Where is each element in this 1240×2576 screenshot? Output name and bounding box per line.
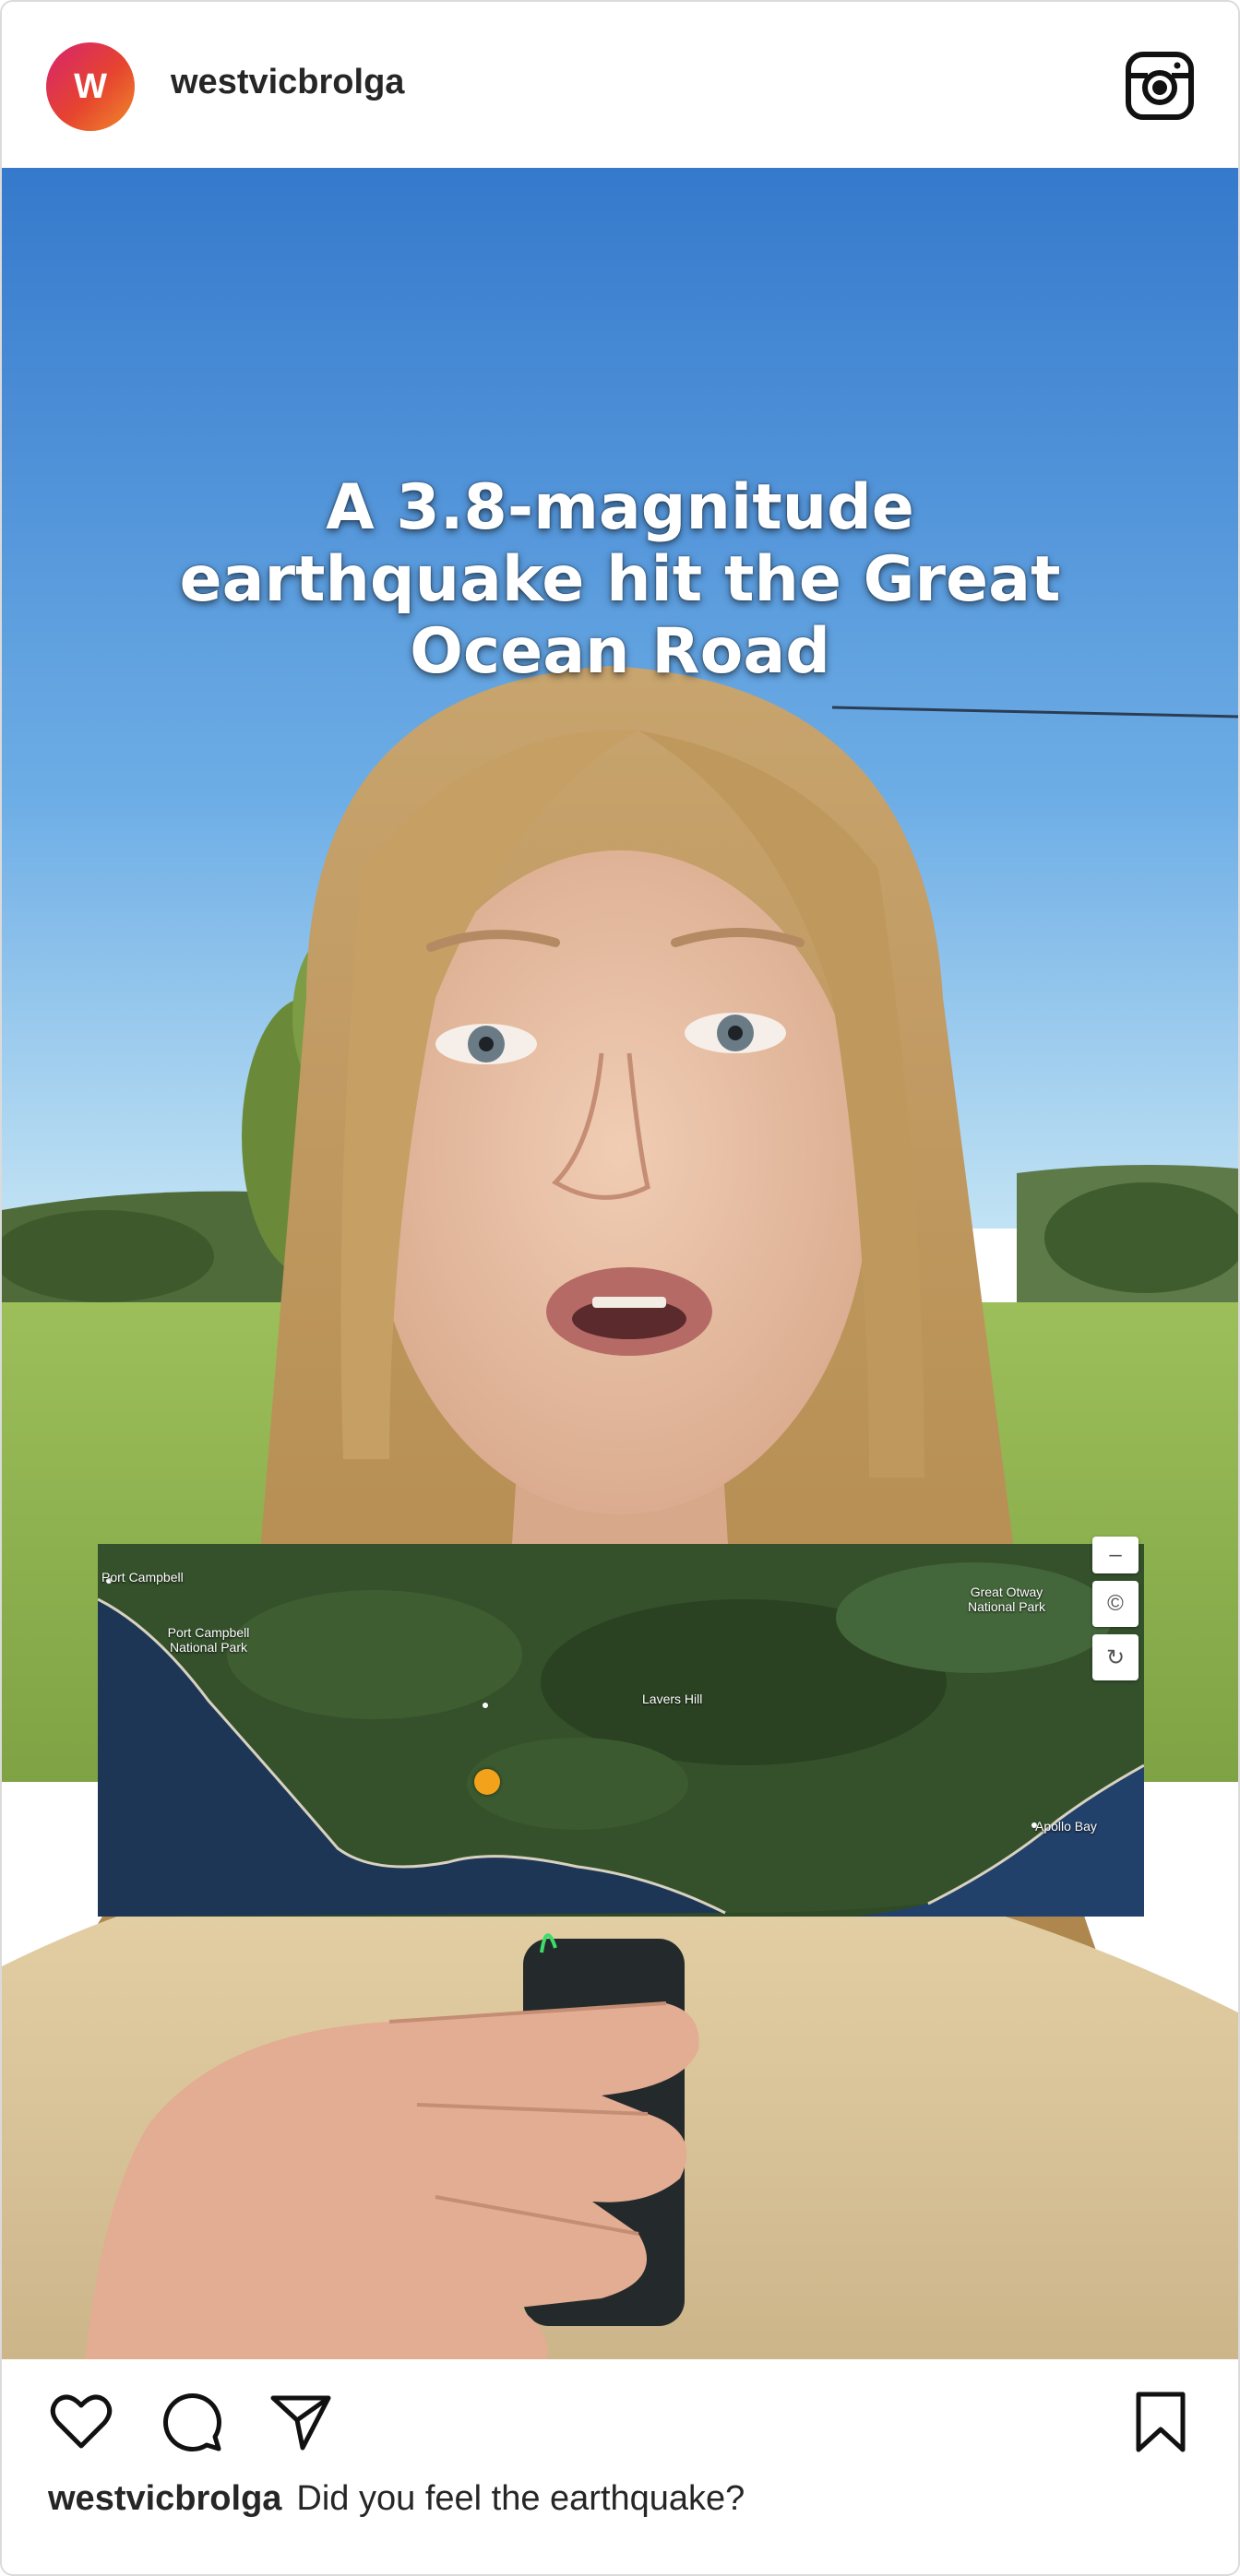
avatar[interactable]: W (46, 42, 135, 131)
bookmark-icon[interactable] (1129, 2391, 1192, 2453)
map-label-great-otway-np: Great Otway National Park (967, 1585, 1046, 1614)
paper-plane-icon[interactable] (269, 2391, 332, 2453)
post-video[interactable]: A 3.8-magnitude earthquake hit the Great… (2, 168, 1238, 2359)
caption-username[interactable]: westvicbrolga (48, 2479, 281, 2518)
post-header: W westvicbrolga (2, 2, 1238, 168)
instagram-logo-icon[interactable] (1126, 52, 1194, 120)
map-reset-button[interactable]: ↻ (1092, 1634, 1139, 1680)
map-label-apollo-bay: Apollo Bay (1035, 1819, 1097, 1834)
map-copyright-button[interactable]: © (1092, 1581, 1139, 1627)
action-bar (2, 2359, 1238, 2470)
map-label-port-campbell-np: Port Campbell National Park (167, 1625, 250, 1655)
heart-icon[interactable] (50, 2391, 113, 2453)
comment-icon[interactable] (161, 2391, 223, 2453)
earthquake-map: Port Campbell Port Campbell National Par… (98, 1544, 1144, 1917)
instagram-post: W westvicbrolga A 3.8-magnitude earthqua… (0, 0, 1240, 2576)
map-label-lavers-hill: Lavers Hill (642, 1692, 703, 1706)
caption-text: Did you feel the earthquake? (296, 2479, 745, 2518)
username-link[interactable]: westvicbrolga (171, 63, 404, 102)
post-caption: westvicbrolga Did you feel the earthquake… (48, 2479, 745, 2519)
video-overlay-text: A 3.8-magnitude earthquake hit the Great… (179, 471, 1061, 688)
map-zoom-out-button[interactable]: – (1092, 1537, 1139, 1573)
map-label-port-campbell: Port Campbell (101, 1570, 184, 1585)
earthquake-epicenter-marker[interactable] (474, 1769, 500, 1795)
